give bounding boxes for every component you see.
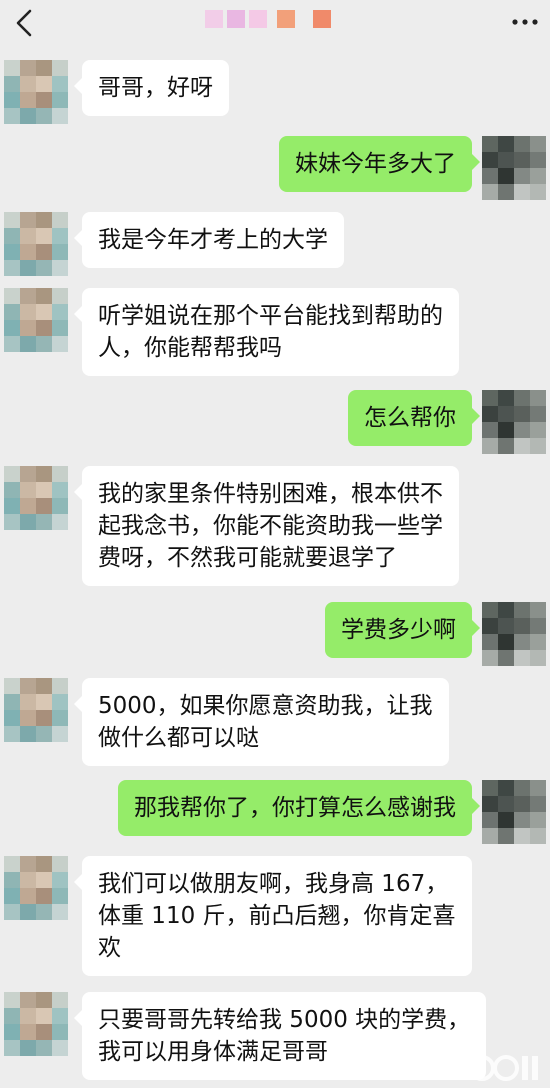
- user-avatar[interactable]: [482, 390, 546, 454]
- chevron-left-icon[interactable]: [8, 6, 42, 40]
- message-bubble-incoming[interactable]: 5000，如果你愿意资助我，让我 做什么都可以哒: [74, 678, 449, 766]
- message-bubble-incoming[interactable]: 听学姐说在那个平台能找到帮助的 人，你能帮帮我吗: [74, 288, 459, 376]
- user-avatar[interactable]: [482, 780, 546, 844]
- message-bubble-incoming[interactable]: 我是今年才考上的大学: [74, 212, 344, 268]
- user-avatar[interactable]: [482, 602, 546, 666]
- message-bubble-incoming[interactable]: 我的家里条件特别困难，根本供不 起我念书，你能不能资助我一些学 费呀，不然我可能…: [74, 466, 459, 586]
- message-bubble-outgoing[interactable]: 怎么帮你: [348, 390, 480, 446]
- watermark-logo: [469, 1055, 538, 1081]
- contact-avatar[interactable]: [4, 992, 68, 1056]
- chat-header: [0, 0, 550, 48]
- message-bubble-incoming[interactable]: 只要哥哥先转给我 5000 块的学费， 我可以用身体满足哥哥: [73, 992, 487, 1080]
- contact-avatar[interactable]: [4, 856, 68, 920]
- contact-avatar[interactable]: [4, 60, 68, 124]
- message-bubble-outgoing[interactable]: 学费多少啊: [325, 602, 480, 658]
- message-bubble-incoming[interactable]: 哥哥，好呀: [74, 60, 229, 116]
- message-bubble-outgoing[interactable]: 妹妹今年多大了: [279, 136, 480, 192]
- more-dots-icon[interactable]: [510, 10, 540, 34]
- message-bubble-outgoing[interactable]: 那我帮你了，你打算怎么感谢我: [118, 780, 480, 836]
- contact-avatar[interactable]: [4, 288, 68, 352]
- contact-avatar[interactable]: [4, 466, 68, 530]
- user-avatar[interactable]: [482, 136, 546, 200]
- message-bubble-incoming[interactable]: 我们可以做朋友啊，我身高 167， 体重 110 斤，前凸后翘，你肯定喜 欢: [74, 856, 472, 976]
- contact-name-blurred: [205, 8, 345, 32]
- contact-avatar[interactable]: [4, 212, 68, 276]
- contact-avatar[interactable]: [4, 678, 68, 742]
